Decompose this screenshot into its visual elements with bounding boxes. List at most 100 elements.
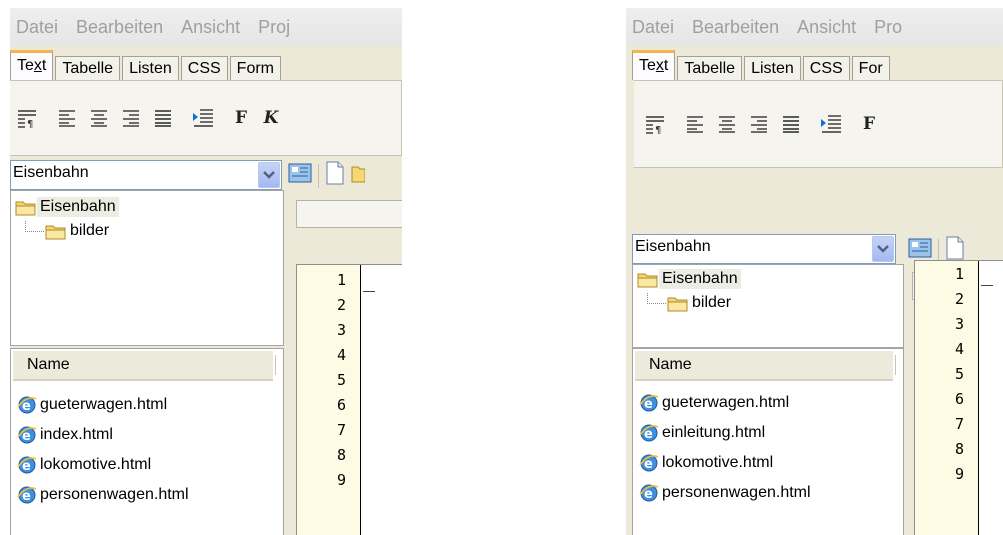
preview-icon[interactable] — [288, 162, 312, 189]
align-left-icon[interactable] — [684, 113, 706, 135]
align-center-icon[interactable] — [716, 113, 738, 135]
tab-formular[interactable]: Form — [229, 56, 281, 80]
file-item[interactable]: e gueterwagen.html — [17, 395, 167, 415]
menu-bar: Datei Bearbeiten Ansicht Pro — [626, 8, 1003, 46]
italic-button[interactable]: K — [260, 107, 282, 129]
file-item[interactable]: e lokomotive.html — [639, 453, 773, 473]
tab-text[interactable]: Text — [632, 50, 676, 80]
file-name: gueterwagen.html — [40, 396, 168, 413]
svg-text:¶: ¶ — [27, 119, 33, 128]
chevron-down-icon[interactable] — [872, 236, 894, 262]
tab-css[interactable]: CSS — [802, 56, 850, 80]
tab-text-label-c: t — [663, 57, 669, 74]
line-number: 7 — [954, 415, 964, 433]
file-item[interactable]: e lokomotive.html — [17, 455, 151, 475]
justify-icon[interactable] — [152, 107, 174, 129]
align-right-icon[interactable] — [748, 113, 770, 135]
tab-strip: Text Tabelle Listen CSS For — [632, 48, 1003, 80]
menu-projekt[interactable]: Pro — [874, 17, 902, 38]
file-name: index.html — [40, 426, 113, 443]
justify-icon[interactable] — [780, 113, 802, 135]
paragraph-icon[interactable]: ¶ — [644, 113, 666, 135]
tree-connector — [647, 293, 666, 304]
line-number-gutter: 1 2 3 4 5 6 7 8 9 — [915, 261, 979, 535]
tab-listen[interactable]: Listen — [744, 56, 801, 80]
tree-item-eisenbahn[interactable]: Eisenbahn — [15, 197, 119, 217]
file-item[interactable]: e personenwagen.html — [17, 485, 189, 505]
html-file-icon: e — [639, 424, 659, 442]
folder-icon — [45, 225, 66, 240]
folder-select[interactable]: Eisenbahn — [10, 160, 282, 190]
line-number-gutter: 1 2 3 4 5 6 7 8 9 — [297, 265, 361, 535]
tab-tabelle[interactable]: Tabelle — [677, 56, 743, 80]
path-field[interactable] — [296, 200, 402, 228]
line-number: 3 — [336, 321, 346, 339]
tree-label: Eisenbahn — [659, 269, 741, 289]
menu-datei[interactable]: Datei — [632, 17, 674, 38]
tab-text-label-b: x — [655, 57, 664, 74]
folder-tree: Eisenbahn bilder — [10, 190, 284, 346]
align-center-icon[interactable] — [88, 107, 110, 129]
file-item[interactable]: e personenwagen.html — [639, 483, 811, 503]
line-number: 1 — [954, 265, 964, 283]
tab-text[interactable]: Text — [10, 50, 54, 80]
right-screenshot: Datei Bearbeiten Ansicht Pro Text Tabell… — [626, 8, 1003, 535]
chevron-down-icon[interactable] — [258, 162, 280, 188]
tree-label: bilder — [692, 294, 732, 311]
folder-select-value: Eisenbahn — [635, 238, 711, 255]
line-number: 3 — [954, 315, 964, 333]
tree-item-eisenbahn[interactable]: Eisenbahn — [637, 269, 741, 289]
html-file-icon: e — [17, 456, 37, 474]
column-header-name[interactable]: Name — [13, 351, 276, 381]
line-number: 6 — [336, 396, 346, 414]
html-file-icon: e — [17, 396, 37, 414]
open-folder-icon[interactable] — [351, 162, 366, 189]
file-item[interactable]: e index.html — [17, 425, 113, 445]
bold-label: F — [862, 114, 876, 134]
line-number: 9 — [336, 471, 346, 489]
indent-icon[interactable] — [192, 107, 214, 129]
line-number: 4 — [954, 340, 964, 358]
folder-select-value: Eisenbahn — [13, 164, 89, 181]
line-number: 9 — [954, 465, 964, 483]
tab-css[interactable]: CSS — [180, 56, 228, 80]
new-file-icon[interactable] — [325, 161, 345, 190]
align-left-icon[interactable] — [56, 107, 78, 129]
paragraph-icon[interactable]: ¶ — [16, 107, 38, 129]
svg-text:¶: ¶ — [655, 125, 661, 134]
menu-bearbeiten[interactable]: Bearbeiten — [76, 17, 163, 38]
indent-icon[interactable] — [820, 113, 842, 135]
folder-icon — [15, 201, 36, 216]
editor-toolbar — [288, 161, 371, 190]
line-number: 1 — [336, 271, 346, 289]
tab-formular[interactable]: For — [851, 56, 890, 80]
menu-datei[interactable]: Datei — [16, 17, 58, 38]
code-editor[interactable]: 1 2 3 4 5 6 7 8 9 — [296, 264, 402, 535]
line-number: 5 — [954, 365, 964, 383]
html-file-icon: e — [639, 484, 659, 502]
tab-listen[interactable]: Listen — [122, 56, 179, 80]
file-item[interactable]: e gueterwagen.html — [639, 393, 789, 413]
format-toolbar: ¶ F K — [10, 80, 402, 156]
bold-button[interactable]: F — [230, 107, 252, 129]
line-number: 2 — [954, 290, 964, 308]
tree-label: bilder — [70, 222, 110, 239]
menu-projekt[interactable]: Proj — [258, 17, 290, 38]
column-header-name[interactable]: Name — [635, 351, 896, 381]
folder-icon — [667, 297, 688, 312]
menu-bearbeiten[interactable]: Bearbeiten — [692, 17, 779, 38]
html-file-icon: e — [639, 454, 659, 472]
tree-item-bilder[interactable]: bilder — [667, 293, 734, 313]
file-name: personenwagen.html — [40, 486, 189, 503]
line-number: 8 — [336, 446, 346, 464]
tree-item-bilder[interactable]: bilder — [45, 221, 112, 241]
code-editor[interactable]: 1 2 3 4 5 6 7 8 9 — [914, 260, 1003, 535]
menu-ansicht[interactable]: Ansicht — [181, 17, 240, 38]
tree-label: Eisenbahn — [37, 197, 119, 217]
align-right-icon[interactable] — [120, 107, 142, 129]
tab-tabelle[interactable]: Tabelle — [55, 56, 121, 80]
bold-button[interactable]: F — [858, 113, 880, 135]
file-item[interactable]: e einleitung.html — [639, 423, 765, 443]
menu-ansicht[interactable]: Ansicht — [797, 17, 856, 38]
folder-select[interactable]: Eisenbahn — [632, 234, 896, 264]
